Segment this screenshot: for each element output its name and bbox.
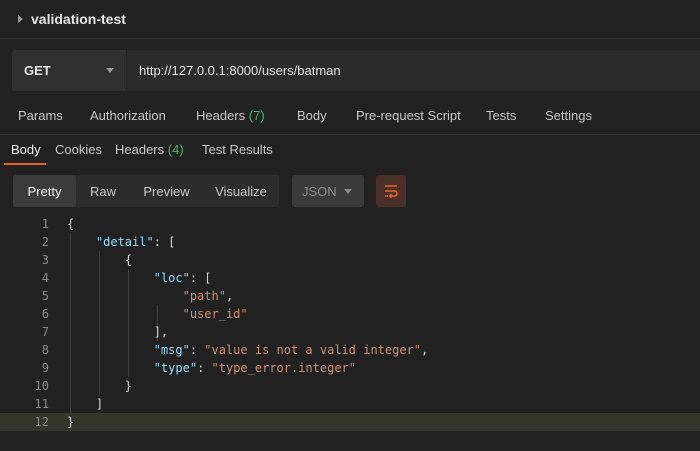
response-tabs: Body Cookies Headers (4) Test Results	[0, 138, 700, 166]
code-text: ],	[67, 325, 169, 339]
code-text: ]	[67, 397, 104, 411]
tab-label: Headers	[115, 142, 165, 157]
tab-authorization[interactable]: Authorization	[90, 108, 166, 123]
code-text: }	[67, 379, 133, 393]
headers-count-badge: (7)	[248, 108, 265, 123]
code-line: 11 ]	[0, 395, 700, 413]
tab-params[interactable]: Params	[18, 108, 63, 123]
tab-settings[interactable]: Settings	[545, 108, 592, 123]
code-text: "detail": [	[95, 235, 176, 249]
code-line: 1{	[0, 215, 700, 233]
url-bar: GET http://127.0.0.1:8000/users/batman	[12, 50, 700, 91]
code-line: 6 "user_id"	[0, 305, 700, 323]
line-number: 6	[41, 307, 49, 321]
wrap-lines-icon	[385, 185, 398, 198]
json-key: "detail"	[95, 235, 154, 249]
json-key: "loc"	[153, 271, 190, 285]
tab-label: Settings	[545, 108, 592, 123]
code-line: 10 }	[0, 377, 700, 395]
line-number: 3	[41, 253, 49, 267]
view-pretty-button[interactable]: Pretty	[13, 175, 76, 207]
json-string: "path"	[182, 289, 226, 303]
line-number: 12	[34, 415, 49, 429]
response-tab-headers[interactable]: Headers (4)	[115, 142, 184, 157]
code-line: 4 "loc": [	[0, 269, 700, 287]
line-number: 9	[41, 361, 49, 375]
request-title[interactable]: validation-test	[31, 11, 126, 27]
code-text: }	[67, 415, 75, 429]
tab-headers[interactable]: Headers (7)	[196, 108, 265, 123]
line-number: 5	[41, 289, 49, 303]
tab-label: Authorization	[90, 108, 166, 123]
response-tab-cookies[interactable]: Cookies	[55, 142, 102, 157]
tab-pre-request-script[interactable]: Pre-request Script	[356, 108, 461, 123]
json-string: "type_error.integer"	[211, 361, 357, 375]
active-tab-indicator	[4, 163, 46, 165]
view-mode-group: Pretty Raw Preview Visualize	[13, 175, 279, 207]
code-text: {	[67, 217, 75, 231]
line-number: 11	[34, 397, 49, 411]
tab-body[interactable]: Body	[297, 108, 327, 123]
line-number: 7	[41, 325, 49, 339]
format-label: JSON	[302, 183, 337, 199]
wrap-lines-button[interactable]	[376, 175, 406, 207]
code-text: "path",	[182, 289, 234, 303]
tab-label: Pre-request Script	[356, 108, 461, 123]
tab-label: Tests	[486, 108, 517, 123]
line-number: 4	[41, 271, 49, 285]
code-line: 9 "type": "type_error.integer"	[0, 359, 700, 377]
caret-right-icon[interactable]	[18, 15, 23, 23]
chevron-down-icon	[106, 68, 114, 73]
response-headers-count-badge: (4)	[167, 142, 184, 157]
code-line: 8 "msg": "value is not a valid integer",	[0, 341, 700, 359]
line-number: 8	[41, 343, 49, 357]
code-text: "type": "type_error.integer"	[153, 361, 357, 375]
method-select[interactable]: GET	[12, 50, 127, 91]
json-key: "msg"	[153, 343, 190, 357]
response-tab-test-results[interactable]: Test Results	[202, 142, 273, 157]
url-input[interactable]: http://127.0.0.1:8000/users/batman	[127, 50, 700, 91]
view-raw-button[interactable]: Raw	[76, 175, 130, 207]
code-line: 3 {	[0, 251, 700, 269]
json-string: "user_id"	[182, 307, 248, 321]
request-title-bar: validation-test	[0, 0, 700, 39]
code-line: 7 ],	[0, 323, 700, 341]
tab-label: Headers	[196, 108, 246, 123]
view-visualize-button[interactable]: Visualize	[203, 175, 279, 207]
code-line: 2 "detail": [	[0, 233, 700, 251]
json-string: "value is not a valid integer"	[204, 343, 422, 357]
tab-label: Params	[18, 108, 63, 123]
tab-tests[interactable]: Tests	[486, 108, 516, 123]
request-tabs: Params Authorization Headers (7) Body Pr…	[0, 104, 700, 130]
code-text: {	[67, 253, 133, 267]
format-select[interactable]: JSON	[292, 175, 364, 207]
code-text: "user_id"	[67, 305, 248, 323]
code-text: "loc": [	[153, 271, 212, 285]
view-preview-button[interactable]: Preview	[130, 175, 203, 207]
line-number: 2	[41, 235, 49, 249]
code-line: 5 "path",	[0, 287, 700, 305]
code-text: "msg": "value is not a valid integer",	[153, 343, 429, 357]
response-tab-body[interactable]: Body	[11, 142, 41, 157]
code-line-current: 12}	[0, 413, 700, 431]
section-divider	[0, 134, 700, 135]
response-body-viewer[interactable]: 1{ 2 "detail": [ 3 { 4 "loc": [ 5 "path"…	[0, 215, 700, 431]
line-number: 1	[41, 217, 49, 231]
chevron-down-icon	[344, 188, 352, 194]
tab-label: Body	[297, 108, 327, 123]
method-label: GET	[24, 63, 51, 78]
line-number: 10	[34, 379, 49, 393]
json-key: "type"	[153, 361, 198, 375]
